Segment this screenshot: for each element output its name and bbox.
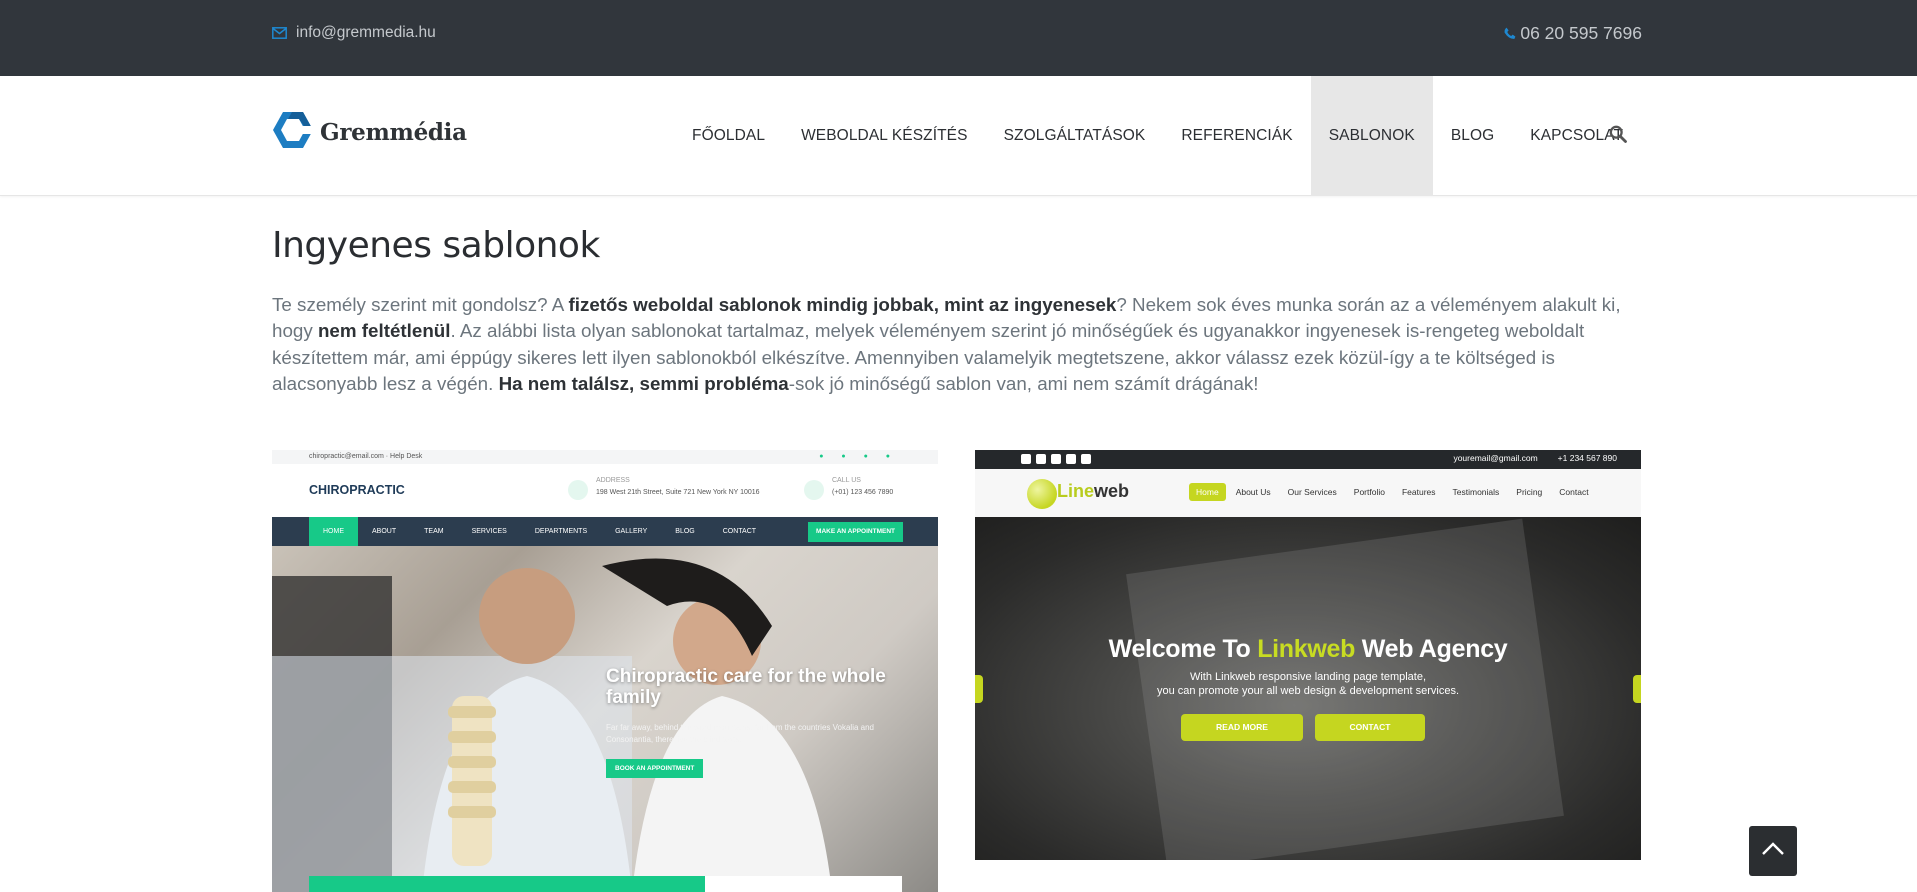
thumb2-headline: Welcome To Linkweb Web Agency (975, 635, 1641, 664)
thumb2-menu-item: Home (1189, 483, 1226, 501)
thumb2-contact: youremail@gmail.com +1 234 567 890 (1453, 453, 1617, 463)
thumb1-header: CHIROPRACTIC ADDRESS 198 West 21th Stree… (272, 464, 938, 517)
thumb1-address-label: ADDRESS (596, 477, 630, 484)
thumb2-headline-c: Web Agency (1355, 635, 1508, 663)
thumb2-menu-item: About Us (1235, 487, 1271, 497)
phone-icon (1504, 27, 1516, 40)
thumb1-cta: MAKE AN APPOINTMENT (808, 522, 903, 542)
thumb2-menu-item: Our Services (1287, 487, 1337, 497)
top-email[interactable]: info@gremmedia.hu (272, 24, 436, 42)
thumb1-call-value: (+01) 123 456 7890 (832, 489, 894, 496)
thumb2-logo-a: Line (1057, 481, 1095, 501)
thumb1-menu-item: SERVICES (471, 528, 507, 535)
main-content: Ingyenes sablonok Te személy szerint mit… (272, 226, 1642, 398)
intro-paragraph: Te személy szerint mit gondolsz? A fizet… (272, 292, 1642, 398)
thumb1-bottom-bar (309, 876, 705, 892)
thumb2-subtext: With Linkweb responsive landing page tem… (975, 670, 1641, 698)
logo-text: Gremmédia (320, 119, 467, 146)
thumb2-line2: you can promote your all web design & de… (1156, 685, 1460, 697)
linkedin-icon (1051, 454, 1061, 464)
nav-item-szolgaltatasok[interactable]: SZOLGÁLTATÁSOK (986, 76, 1164, 196)
envelope-icon (272, 27, 287, 39)
thumb2-menu-item: Contact (1559, 487, 1589, 497)
thumb1-book-button: BOOK AN APPOINTMENT (606, 759, 704, 778)
main-header: Gremmédia FŐOLDAL WEBOLDAL KÉSZÍTÉS SZOL… (0, 76, 1917, 196)
thumb1-bottom-bar-white (705, 876, 902, 892)
thumb1-menu-item: CONTACT (722, 528, 757, 535)
thumb1-menu-item: GALLERY (615, 528, 648, 535)
site-logo[interactable]: Gremmédia (272, 110, 467, 155)
thumb1-brand: CHIROPRACTIC (309, 483, 405, 497)
thumb2-menu: Home About Us Our Services Portfolio Fea… (1189, 483, 1596, 501)
top-bar: info@gremmedia.hu 06 20 595 7696 (0, 0, 1917, 76)
thumb2-logo-ball-icon (1027, 479, 1057, 509)
phone-circle-icon (804, 480, 824, 500)
thumb2-email: youremail@gmail.com (1453, 453, 1538, 463)
thumb2-headline-b: Linkweb (1257, 635, 1356, 663)
facebook-icon (1021, 454, 1031, 464)
nav-item-sablonok[interactable]: SABLONOK (1310, 76, 1433, 196)
top-phone[interactable]: 06 20 595 7696 (1504, 23, 1642, 44)
main-nav: FŐOLDAL WEBOLDAL KÉSZÍTÉS SZOLGÁLTATÁSOK… (674, 76, 1641, 196)
thumb1-hero: Chiropractic care for the whole family F… (272, 546, 938, 892)
thumb2-header: Lineweb Home About Us Our Services Portf… (975, 469, 1641, 517)
thumb1-menu: HOME ABOUT TEAM SERVICES DEPARTMENTS GAL… (272, 517, 938, 546)
thumb2-logo: Lineweb (1057, 481, 1129, 502)
thumb1-social-icons: ● ● ● ● (819, 453, 898, 460)
thumb1-menu-item: TEAM (424, 528, 444, 535)
thumb2-hero: Welcome To Linkweb Web Agency With Linkw… (975, 517, 1641, 860)
thumb1-menu-item: ABOUT (372, 528, 397, 535)
thumb2-read-more-button: READ MORE (1181, 714, 1303, 741)
thumb1-call-label: CALL US (832, 477, 861, 484)
top-email-text[interactable]: info@gremmedia.hu (296, 24, 436, 42)
search-icon[interactable] (1609, 125, 1627, 148)
thumb2-menu-item: Pricing (1516, 487, 1543, 497)
thumb2-prev-arrow (975, 675, 983, 703)
thumb1-text: Far far away, behind the word mountains,… (606, 723, 874, 744)
page-title: Ingyenes sablonok (272, 225, 600, 266)
twitter-icon (1066, 454, 1076, 464)
thumb2-social-icons (1021, 454, 1091, 464)
intro-bold-2: nem feltétlenül (317, 320, 451, 342)
thumb1-call: CALL US (+01) 123 456 7890 (832, 475, 893, 499)
thumb1-topline: chiropractic@email.com · Help Desk ● ● ●… (272, 450, 938, 464)
thumb2-line1: With Linkweb responsive landing page tem… (1189, 671, 1427, 683)
thumb1-address-value: 198 West 21th Street, Suite 721 New York… (596, 489, 760, 496)
thumb2-menu-item: Features (1401, 487, 1436, 497)
thumb1-hero-illustration (272, 558, 832, 892)
thumb2-contact-button: CONTACT (1315, 714, 1425, 741)
thumb2-menu-item: Portfolio (1353, 487, 1385, 497)
thumb1-address: ADDRESS 198 West 21th Street, Suite 721 … (596, 475, 760, 499)
intro-text-1: Te személy szerint mit gondolsz? A (272, 293, 569, 315)
nav-item-weboldal-keszites[interactable]: WEBOLDAL KÉSZÍTÉS (783, 76, 986, 196)
intro-text-4: -sok jó minőségű sablon van, ami nem szá… (788, 373, 1259, 395)
rss-icon (1081, 454, 1091, 464)
thumb1-menu-item: HOME (309, 517, 358, 546)
template-thumbnail-chiropractic[interactable]: chiropractic@email.com · Help Desk ● ● ●… (272, 450, 938, 892)
thumb2-headline-a: Welcome To (1108, 635, 1258, 663)
thumb1-menu-item: BLOG (675, 528, 695, 535)
thumb2-next-arrow (1633, 675, 1641, 703)
chevron-up-icon (1761, 841, 1785, 861)
thumb2-phone: +1 234 567 890 (1557, 453, 1617, 463)
template-thumbnail-linkweb[interactable]: youremail@gmail.com +1 234 567 890 Linew… (975, 450, 1641, 860)
logo-mark-icon (272, 110, 314, 155)
nav-item-fooldal[interactable]: FŐOLDAL (674, 76, 783, 196)
thumb2-logo-b: web (1094, 481, 1130, 501)
scroll-to-top-button[interactable] (1749, 826, 1797, 876)
thumb1-topline-text: chiropractic@email.com · Help Desk (309, 453, 423, 460)
thumb2-menu-item: Testimonials (1452, 487, 1500, 497)
thumb1-headline: Chiropractic care for the whole family (606, 666, 886, 708)
location-icon (568, 480, 588, 500)
instagram-icon (1036, 454, 1046, 464)
nav-item-blog[interactable]: BLOG (1433, 76, 1512, 196)
thumb1-menu-item: DEPARTMENTS (534, 528, 588, 535)
intro-bold-3: Ha nem találsz, semmi probléma (498, 373, 789, 395)
top-phone-text[interactable]: 06 20 595 7696 (1520, 23, 1642, 44)
nav-item-referenciak[interactable]: REFERENCIÁK (1163, 76, 1310, 196)
thumb2-topline: youremail@gmail.com +1 234 567 890 (975, 450, 1641, 469)
intro-bold-1: fizetős weboldal sablonok mindig jobbak,… (568, 293, 1117, 315)
